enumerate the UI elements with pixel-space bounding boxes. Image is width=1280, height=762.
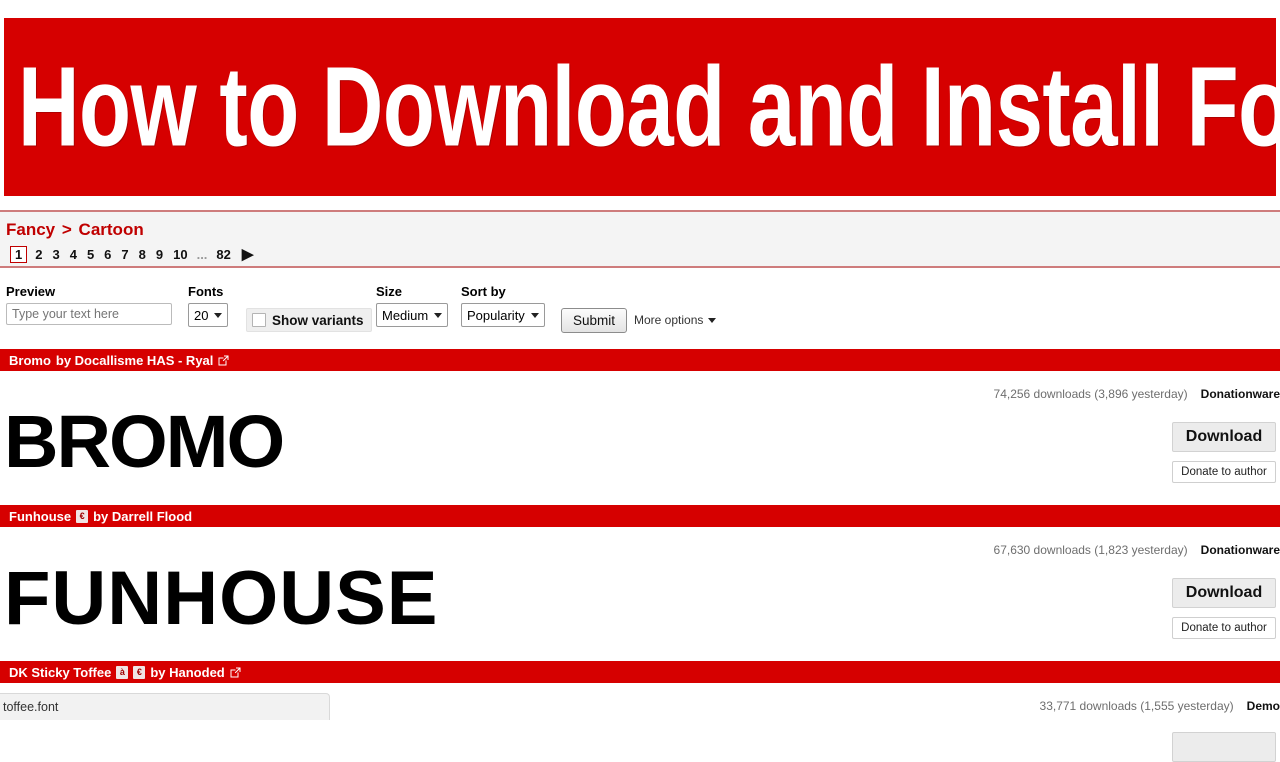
- font-entry-header: Funhouse € by Darrell Flood: [0, 505, 1280, 527]
- browser-download-bar[interactable]: toffee.font: [0, 693, 330, 720]
- page-title: How to Download and Install Fonts: [18, 43, 1276, 171]
- euro-badge-icon: €: [133, 665, 146, 679]
- pagination: 1 2 3 4 5 6 7 8 9 10 ... 82 ▶: [10, 246, 253, 263]
- sort-by-value: Popularity: [467, 307, 525, 323]
- font-stats: 74,256 downloads (3,896 yesterday) Donat…: [994, 387, 1280, 401]
- page-link-3[interactable]: 3: [47, 247, 64, 262]
- preview-input[interactable]: [6, 303, 172, 325]
- size-value: Medium: [382, 307, 429, 323]
- font-entry-header: DK Sticky Toffee à € by Hanoded: [0, 661, 1280, 683]
- show-variants-label: Show variants: [272, 312, 364, 328]
- title-banner-area: How to Download and Install Fonts: [0, 0, 1280, 210]
- breadcrumb-parent[interactable]: Fancy: [6, 220, 55, 239]
- page-link-4[interactable]: 4: [65, 247, 82, 262]
- euro-badge-icon: €: [76, 509, 89, 523]
- page-link-last[interactable]: 82: [211, 247, 235, 262]
- download-count: 67,630 downloads (1,823 yesterday): [993, 543, 1188, 557]
- font-entry-body: 74,256 downloads (3,896 yesterday) Donat…: [0, 371, 1280, 505]
- external-link-icon[interactable]: [218, 355, 229, 366]
- show-variants-wrap: Show variants: [246, 308, 372, 332]
- submit-button[interactable]: Submit: [561, 308, 628, 333]
- sort-by-select[interactable]: Popularity: [461, 303, 545, 327]
- external-link-icon[interactable]: [230, 667, 241, 678]
- sort-by-label: Sort by: [461, 284, 506, 299]
- breadcrumb: Fancy > Cartoon: [6, 220, 144, 240]
- size-label: Size: [376, 284, 403, 299]
- submit-wrap: Submit: [561, 308, 628, 333]
- sort-group: Sort by Popularity: [461, 284, 545, 327]
- accent-badge-icon: à: [116, 665, 129, 679]
- font-byline[interactable]: by Darrell Flood: [93, 509, 192, 524]
- chevron-down-icon: [434, 312, 443, 318]
- page-link-5[interactable]: 5: [82, 247, 99, 262]
- breadcrumb-bar: Fancy > Cartoon 1 2 3 4 5 6 7 8 9 10 ...…: [0, 210, 1280, 268]
- font-byline[interactable]: by Hanoded: [150, 665, 224, 680]
- title-banner: How to Download and Install Fonts: [4, 18, 1276, 196]
- download-count: 33,771 downloads (1,555 yesterday): [1039, 699, 1234, 713]
- page-link-9[interactable]: 9: [151, 247, 168, 262]
- fonts-per-page-value: 20: [194, 307, 209, 323]
- font-entry-funhouse: Funhouse € by Darrell Flood 67,630 downl…: [0, 505, 1280, 661]
- chevron-down-icon: [708, 317, 717, 323]
- license-label: Demo: [1246, 699, 1280, 713]
- options-toolbar: Preview Fonts 20 Show variants Size Medi…: [0, 270, 1280, 346]
- font-name[interactable]: DK Sticky Toffee: [9, 665, 111, 680]
- download-button[interactable]: Download: [1172, 578, 1276, 608]
- breadcrumb-current[interactable]: Cartoon: [79, 220, 144, 239]
- preview-label: Preview: [6, 284, 56, 299]
- size-select[interactable]: Medium: [376, 303, 449, 327]
- chevron-down-icon: [530, 312, 539, 318]
- size-group: Size Medium: [376, 284, 449, 327]
- show-variants-checkbox-group[interactable]: Show variants: [246, 308, 372, 332]
- font-preview: FUNHOUSE: [4, 556, 439, 641]
- page-link-8[interactable]: 8: [134, 247, 151, 262]
- font-stats: 67,630 downloads (1,823 yesterday) Donat…: [994, 543, 1280, 557]
- breadcrumb-separator: >: [61, 220, 72, 239]
- chevron-down-icon: [214, 312, 223, 318]
- page-link-2[interactable]: 2: [30, 247, 47, 262]
- font-entry-bromo: Bromo by Docallisme HAS - Ryal 74,256 do…: [0, 349, 1280, 505]
- page-link-7[interactable]: 7: [116, 247, 133, 262]
- page-link-10[interactable]: 10: [168, 247, 192, 262]
- download-button[interactable]: [1172, 732, 1276, 762]
- license-label: Donationware: [1200, 543, 1280, 557]
- font-name[interactable]: Funhouse: [9, 509, 71, 524]
- downloaded-file-name[interactable]: toffee.font: [3, 700, 58, 714]
- donate-to-author-button[interactable]: Donate to author: [1172, 461, 1276, 483]
- fonts-label: Fonts: [188, 284, 224, 299]
- font-preview: BROMO: [4, 400, 285, 483]
- download-count: 74,256 downloads (3,896 yesterday): [993, 387, 1188, 401]
- donate-to-author-button[interactable]: Donate to author: [1172, 617, 1276, 639]
- more-options-wrap: More options: [634, 311, 717, 329]
- license-label: Donationware: [1200, 387, 1280, 401]
- fonts-group: Fonts 20: [188, 284, 229, 327]
- next-page-arrow-icon[interactable]: ▶: [242, 247, 254, 262]
- font-stats: 33,771 downloads (1,555 yesterday) Demo: [1040, 699, 1280, 713]
- page-link-6[interactable]: 6: [99, 247, 116, 262]
- page-link-1[interactable]: 1: [10, 246, 28, 263]
- font-name[interactable]: Bromo: [9, 353, 51, 368]
- more-options-label: More options: [634, 313, 704, 327]
- more-options-button[interactable]: More options: [634, 313, 717, 327]
- font-entry-body: 67,630 downloads (1,823 yesterday) Donat…: [0, 527, 1280, 661]
- fonts-per-page-select[interactable]: 20: [188, 303, 229, 327]
- pagination-ellipsis: ...: [196, 247, 208, 262]
- show-variants-checkbox[interactable]: [252, 313, 266, 327]
- font-entry-header: Bromo by Docallisme HAS - Ryal: [0, 349, 1280, 371]
- preview-group: Preview: [6, 284, 172, 325]
- download-button[interactable]: Download: [1172, 422, 1276, 452]
- font-byline[interactable]: by Docallisme HAS - Ryal: [56, 353, 214, 368]
